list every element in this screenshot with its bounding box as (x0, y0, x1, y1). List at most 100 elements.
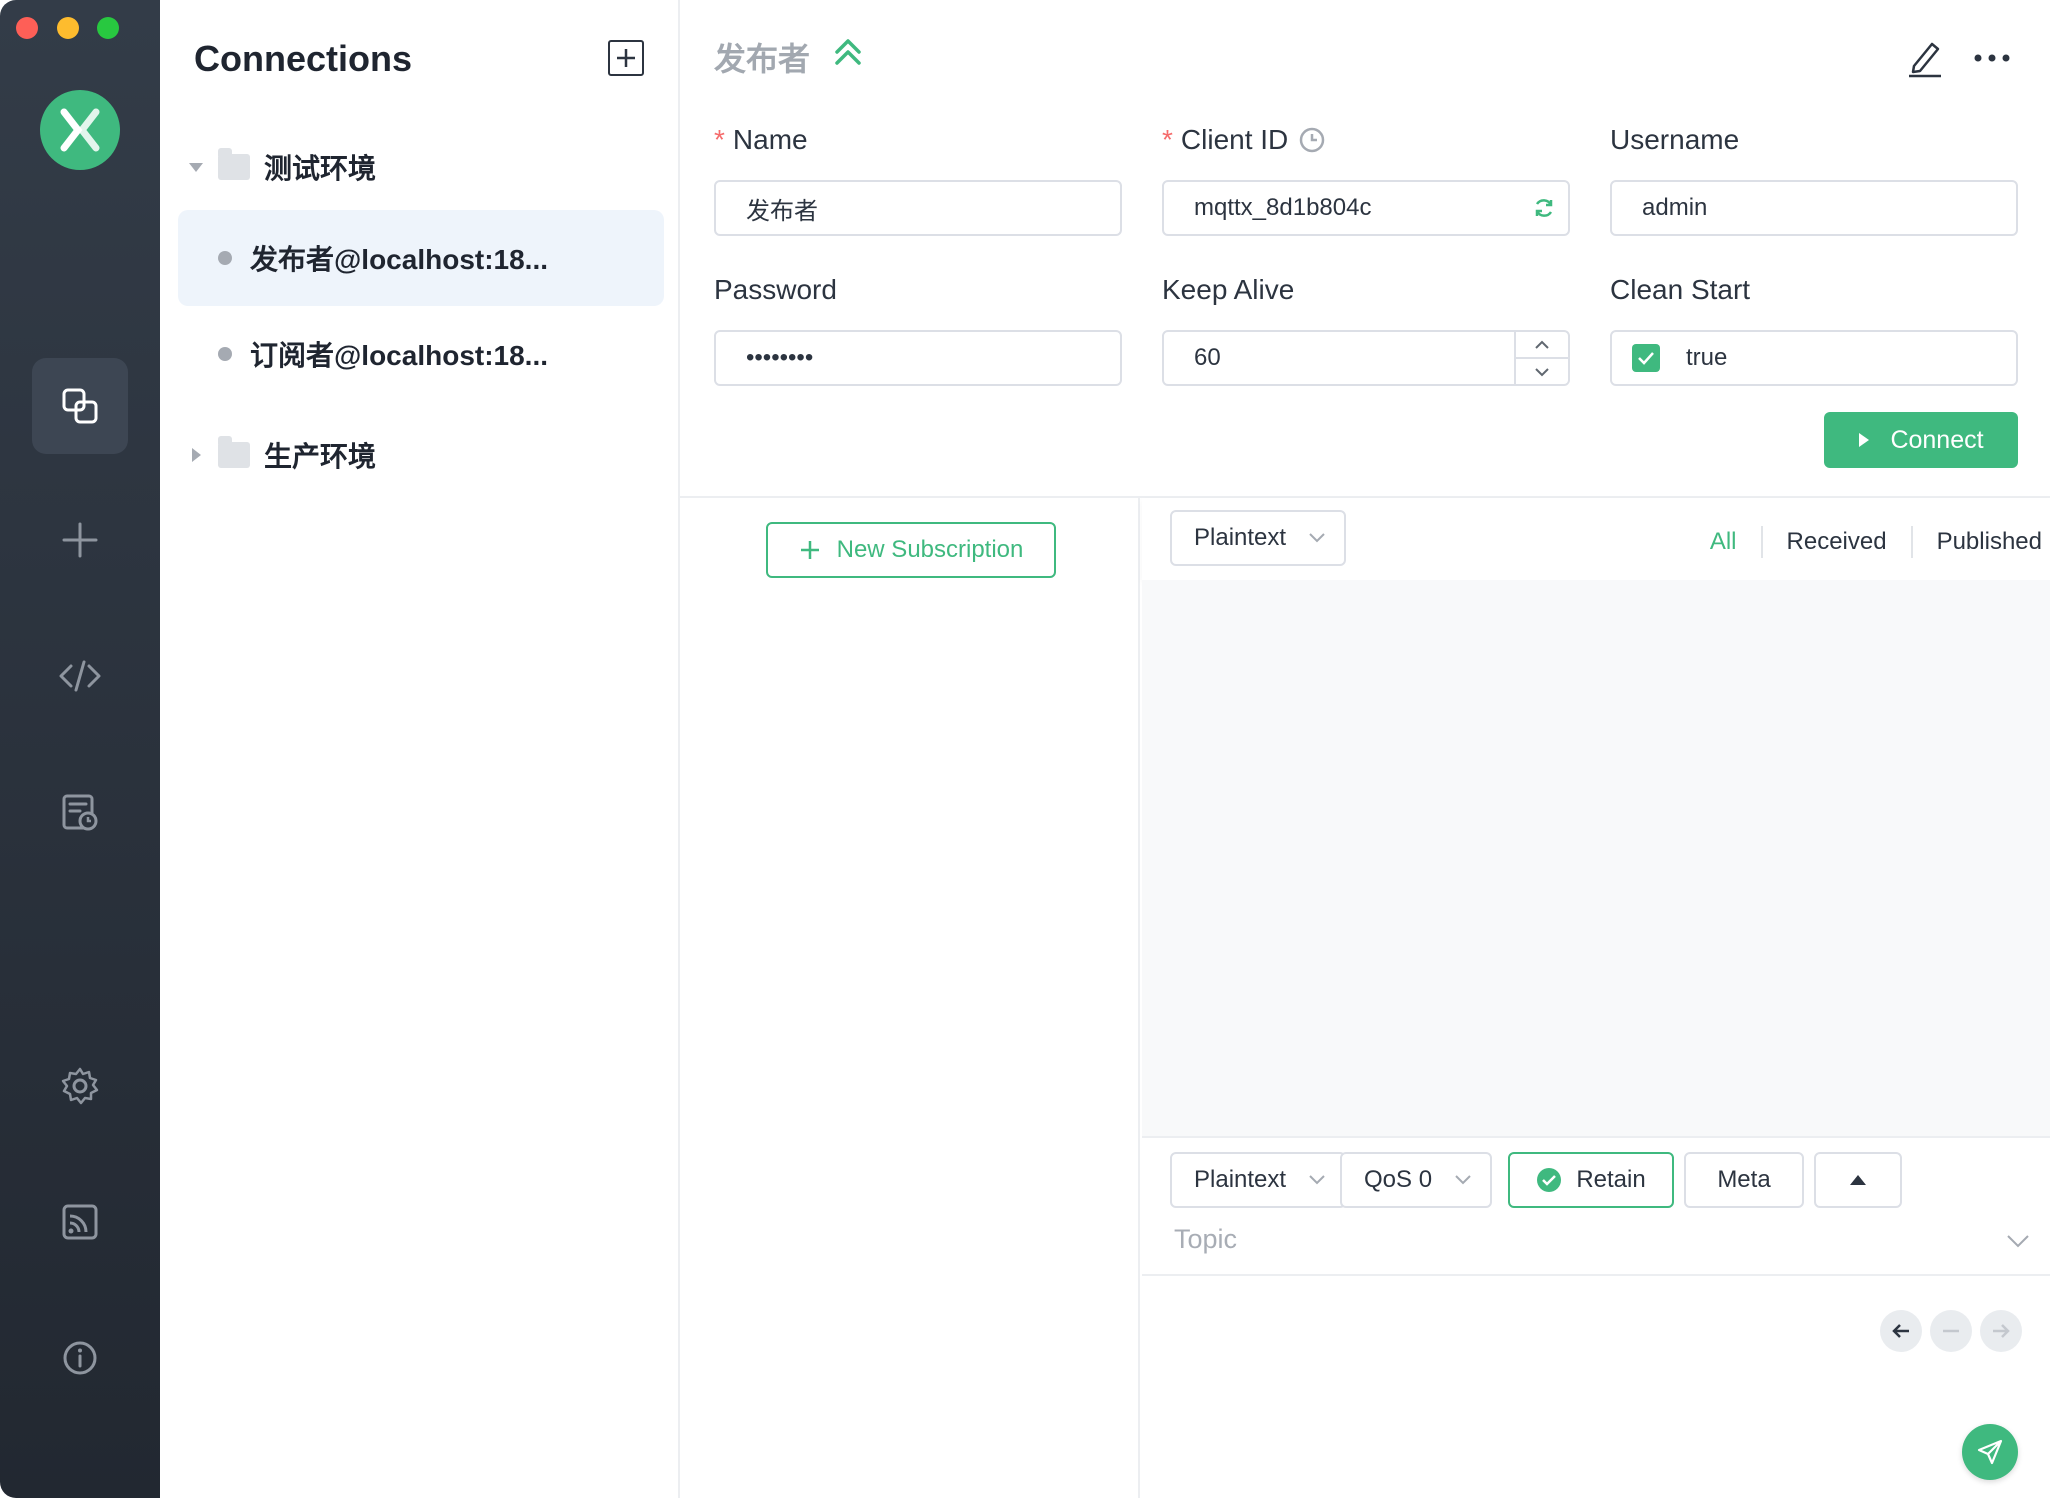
password-field[interactable]: •••••••• (714, 330, 1122, 386)
nav-script-button[interactable] (32, 628, 128, 724)
app-window: Connections 测试环境 发布者@localhost:18... 订阅者… (0, 0, 2050, 1498)
logo-icon (60, 108, 100, 152)
settings-icon (61, 1067, 99, 1105)
password-label: Password (714, 274, 837, 305)
check-icon (1638, 352, 1654, 365)
arrow-left-icon (1892, 1324, 1909, 1338)
message-format-select[interactable]: Plaintext (1170, 510, 1346, 566)
username-field[interactable]: admin (1610, 180, 2018, 236)
group-label: 测试环境 (264, 153, 377, 184)
connection-item-subscriber[interactable]: 订阅者@localhost:18... (178, 306, 664, 402)
message-list (1142, 580, 2050, 1136)
publish-composer: Plaintext QoS 0 Retain Meta Topic (1142, 1136, 2050, 1498)
page-title: 发布者 (714, 41, 811, 77)
more-icon (1974, 54, 2010, 62)
retain-toggle[interactable]: Retain (1508, 1152, 1674, 1208)
app-logo (40, 90, 120, 170)
arrow-right-icon (1993, 1324, 2010, 1338)
chevron-down-icon (1455, 1175, 1471, 1185)
nav-connections-button[interactable] (32, 358, 128, 454)
collapse-button[interactable] (832, 36, 864, 73)
log-icon (62, 794, 98, 831)
clean-start-field[interactable]: true (1610, 330, 2018, 386)
status-dot (218, 251, 232, 265)
username-label: Username (1610, 124, 1740, 155)
double-chevron-up-icon (835, 39, 861, 65)
edit-button[interactable] (1906, 38, 1944, 83)
status-dot (218, 347, 232, 361)
plus-icon (617, 49, 635, 67)
pencil-icon (1909, 42, 1941, 78)
history-back-button[interactable] (1880, 1310, 1922, 1352)
connections-panel: Connections 测试环境 发布者@localhost:18... 订阅者… (160, 0, 680, 1498)
connect-button[interactable]: Connect (1824, 412, 2018, 468)
name-label: * Name (714, 124, 808, 155)
qos-select[interactable]: QoS 0 (1340, 1152, 1492, 1208)
topic-history-toggle[interactable] (2006, 1234, 2030, 1253)
history-clear-button[interactable] (1930, 1310, 1972, 1352)
connection-label: 订阅者@localhost:18... (250, 340, 549, 371)
nav-rail (0, 0, 160, 1498)
minimize-window-button[interactable] (57, 17, 79, 39)
connections-title: Connections (194, 38, 413, 79)
connection-item-publisher[interactable]: 发布者@localhost:18... (178, 210, 664, 306)
chevron-down-icon (1309, 533, 1325, 543)
nav-new-connection-button[interactable] (32, 492, 128, 588)
history-forward-button[interactable] (1980, 1310, 2022, 1352)
group-label: 生产环境 (264, 441, 377, 472)
nav-settings-button[interactable] (32, 1038, 128, 1134)
tab-received[interactable]: Received (1763, 528, 1911, 556)
caret-right-icon (192, 448, 201, 462)
clock-icon (1300, 127, 1325, 153)
folder-icon (218, 148, 250, 180)
client-id-label: * Client ID (1162, 124, 1326, 156)
group-test-env[interactable]: 测试环境 (188, 143, 376, 191)
script-icon (59, 660, 101, 692)
keep-alive-stepper[interactable] (1514, 332, 1568, 384)
topic-input[interactable]: Topic (1174, 1224, 1237, 1255)
group-prod-env[interactable]: 生产环境 (188, 431, 376, 479)
clean-start-checkbox[interactable] (1632, 344, 1660, 372)
connection-detail: 发布者 * Name 发布者 * Client ID mqttx_8d1b804… (680, 0, 2050, 1498)
check-circle-icon (1537, 1168, 1562, 1192)
meta-button[interactable]: Meta (1684, 1152, 1804, 1208)
nav-feed-button[interactable] (32, 1174, 128, 1270)
plus-icon (800, 541, 819, 559)
chevron-up-icon (1535, 340, 1549, 349)
subscriptions-panel: New Subscription (680, 498, 1140, 1498)
refresh-icon[interactable] (1532, 196, 1556, 220)
keep-alive-field[interactable]: 60 (1162, 330, 1570, 386)
more-button[interactable] (1972, 38, 2012, 83)
plus-icon (62, 522, 98, 558)
chevron-down-icon (1309, 1175, 1325, 1185)
tab-published[interactable]: Published (1913, 528, 2042, 556)
feed-icon (62, 1204, 98, 1240)
info-icon (63, 1341, 97, 1375)
add-connection-button[interactable] (608, 40, 644, 76)
message-filter-tabs: All Received Published (1686, 526, 2042, 558)
maximize-window-button[interactable] (97, 17, 119, 39)
divider (1142, 1274, 2050, 1276)
nav-about-button[interactable] (32, 1310, 128, 1406)
caret-down-icon (189, 163, 203, 172)
connections-icon (62, 388, 98, 424)
new-subscription-button[interactable]: New Subscription (766, 522, 1056, 578)
expand-composer-button[interactable] (1814, 1152, 1902, 1208)
minus-icon (1943, 1329, 1959, 1333)
triangle-up-icon (1850, 1175, 1866, 1185)
increment-button[interactable] (1516, 332, 1568, 359)
decrement-button[interactable] (1516, 359, 1568, 384)
folder-icon (218, 436, 250, 468)
messages-panel: Plaintext All Received Published Plainte… (1142, 498, 2050, 1498)
payload-format-select[interactable]: Plaintext (1170, 1152, 1346, 1208)
name-field[interactable]: 发布者 (714, 180, 1122, 236)
send-button[interactable] (1962, 1424, 2018, 1480)
messages-toolbar: Plaintext All Received Published (1142, 498, 2050, 580)
keep-alive-label: Keep Alive (1162, 274, 1295, 305)
close-window-button[interactable] (16, 17, 38, 39)
nav-log-button[interactable] (32, 764, 128, 860)
play-icon (1859, 433, 1870, 447)
tab-all[interactable]: All (1686, 528, 1761, 556)
client-id-field[interactable]: mqttx_8d1b804c (1162, 180, 1570, 236)
chevron-down-icon (2007, 1235, 2029, 1248)
